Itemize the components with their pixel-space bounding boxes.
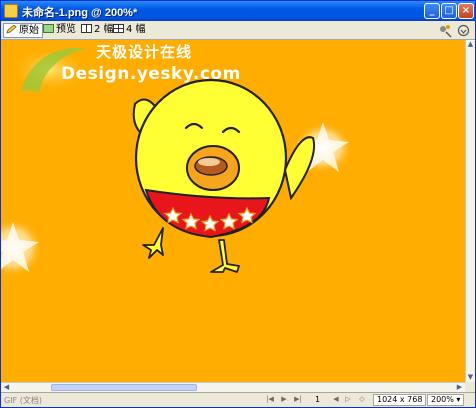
window-title: 未命名-1.png @ 200%* [22,7,138,19]
zoom-select[interactable]: 200% ▾ [427,394,465,406]
scroll-right-icon[interactable]: ▶ [455,383,464,391]
close-button[interactable]: × [458,3,474,19]
vertical-scrollbar[interactable]: ▲ ▼ [465,40,475,382]
file-format-label: GIF (文档) [4,396,42,405]
scroll-left-icon[interactable]: ◀ [2,383,11,391]
chick-artwork [1,46,353,278]
document-icon [4,4,18,18]
zoom-value: 200% [431,395,454,404]
chick-right-wing [283,136,315,201]
tab-original[interactable]: 原始 [3,23,43,38]
tab-4-up[interactable]: 4 幅 [111,23,149,38]
status-bar: GIF (文档) |◀ ▶ ▶| 1 ◀ ▷ ◇ 1024 x 768 200%… [1,392,475,407]
chick-beak [186,145,240,191]
title-bar[interactable]: 未命名-1.png @ 200%* _ □ × [1,1,475,21]
document-window: 未命名-1.png @ 200%* _ □ × 原始 预览 2 幅 4 幅 天极… [0,0,476,408]
scroll-down-icon[interactable]: ▼ [466,373,475,381]
frame-number: 1 [315,395,321,404]
loop-icon[interactable]: ◇ [357,395,367,404]
four-up-icon [113,24,124,33]
scroll-thumb[interactable] [51,384,197,391]
preview-icon [43,24,54,33]
tab-preview-label: 预览 [56,24,76,35]
play-icon[interactable]: ▶ [279,395,289,404]
maximize-button[interactable]: □ [441,3,457,19]
image-canvas[interactable]: 天极设计在线 Design.yesky.com [1,40,465,382]
last-frame-icon[interactable]: ▶| [293,395,303,404]
pencil-icon [6,24,17,34]
toolbar-options-icon[interactable] [456,23,471,38]
next-frame-icon[interactable]: ▷ [343,395,353,404]
view-toolbar: 原始 预览 2 幅 4 幅 [1,21,475,40]
scroll-up-icon[interactable]: ▲ [466,40,475,48]
tab-preview[interactable]: 预览 [41,23,79,38]
first-frame-icon[interactable]: |◀ [265,395,275,404]
two-up-icon [81,24,92,33]
tab-4-up-label: 4 幅 [126,24,146,35]
watermark-en: Design.yesky.com [61,64,241,84]
sparkle-left [1,218,43,278]
watermark-cn: 天极设计在线 [96,43,193,61]
tab-original-label: 原始 [19,25,39,36]
horizontal-scrollbar[interactable]: ◀ ▶ [1,382,465,392]
document-size: 1024 x 768 [373,394,427,406]
prev-frame-icon[interactable]: ◀ [331,395,341,404]
quick-export-icon[interactable] [437,23,452,38]
minimize-button[interactable]: _ [424,3,440,19]
